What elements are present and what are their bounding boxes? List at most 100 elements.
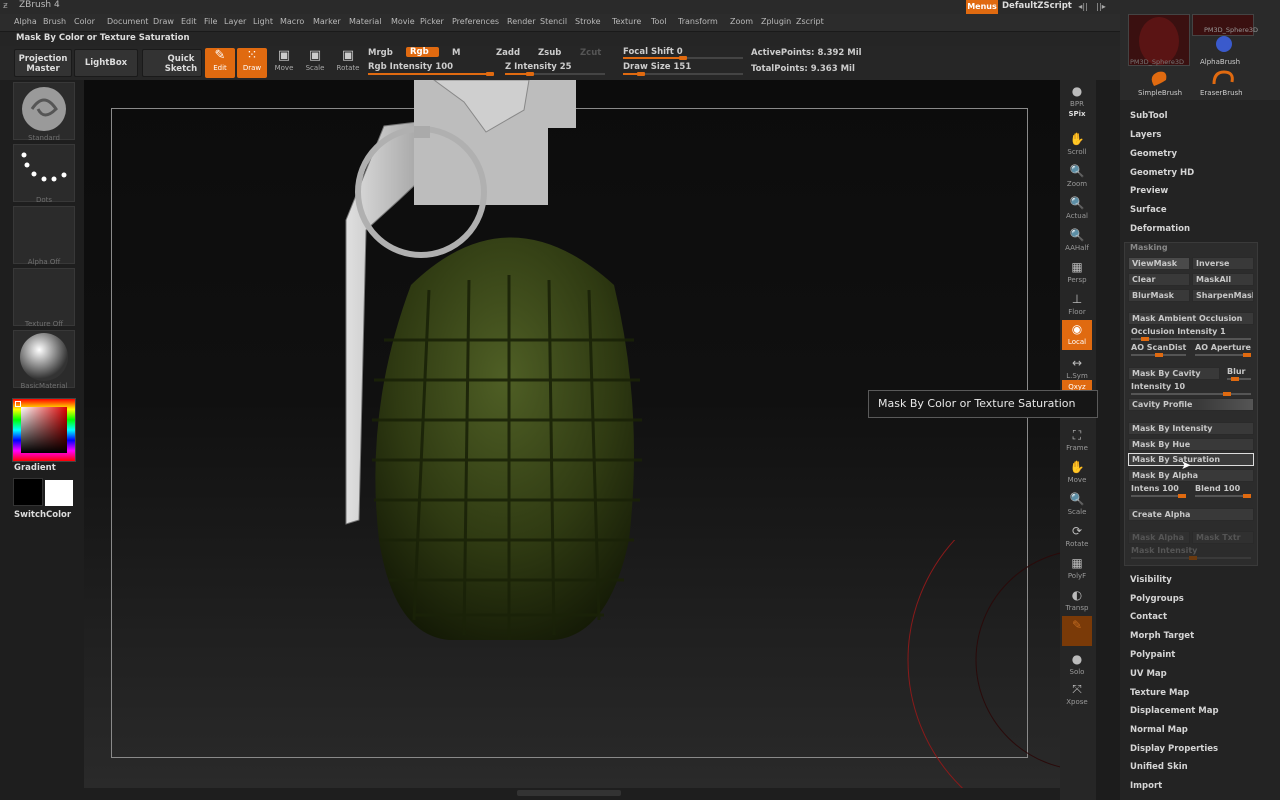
m-toggle[interactable]: M [452, 48, 460, 58]
section-preview[interactable]: Preview [1130, 186, 1168, 196]
aahalf-button[interactable]: 🔍 AAHalf [1062, 226, 1092, 256]
menu-tool[interactable]: Tool [651, 17, 667, 26]
frame-button[interactable]: ⛶ Frame [1062, 426, 1092, 456]
menu-marker[interactable]: Marker [313, 17, 341, 26]
viewmask-button[interactable]: ViewMask [1128, 257, 1190, 270]
eraserbrush-thumb[interactable] [1208, 68, 1238, 88]
rgb-toggle[interactable]: Rgb [406, 47, 439, 57]
default-zscript-button[interactable]: DefaultZScript [1002, 1, 1072, 11]
maskall-button[interactable]: MaskAll [1192, 273, 1254, 286]
menu-transform[interactable]: Transform [678, 17, 718, 26]
local-button[interactable]: ◉ Local [1062, 320, 1092, 350]
masking-title[interactable]: Masking [1130, 243, 1168, 252]
gradient-label[interactable]: Gradient [14, 463, 56, 473]
section-unified-skin[interactable]: Unified Skin [1130, 762, 1188, 772]
material-picker[interactable] [13, 330, 75, 388]
occlusion-intensity-label[interactable]: Occlusion Intensity 1 [1131, 327, 1226, 336]
section-surface[interactable]: Surface [1130, 205, 1167, 215]
section-visibility[interactable]: Visibility [1130, 575, 1172, 585]
solo-button[interactable]: ● Solo [1062, 650, 1092, 680]
create-alpha-button[interactable]: Create Alpha [1128, 508, 1254, 521]
section-layers[interactable]: Layers [1130, 130, 1161, 140]
mask-intensity-slider[interactable] [1131, 556, 1251, 560]
mask-ambient-occlusion-button[interactable]: Mask Ambient Occlusion [1128, 312, 1254, 325]
projection-master-button[interactable]: Projection Master [14, 49, 72, 77]
zcut-toggle[interactable]: Zcut [580, 48, 601, 58]
section-displacement-map[interactable]: Displacement Map [1130, 706, 1219, 716]
section-import[interactable]: Import [1130, 781, 1162, 791]
xpose-button[interactable]: ⤧ Xpose [1062, 680, 1092, 710]
stroke-picker[interactable] [13, 144, 75, 202]
menu-zplugin[interactable]: Zplugin [761, 17, 791, 26]
section-subtool[interactable]: SubTool [1130, 111, 1168, 121]
mask-intensity-label[interactable]: Mask Intensity [1131, 546, 1197, 555]
mask-by-cavity-button[interactable]: Mask By Cavity [1128, 367, 1220, 380]
brush-picker[interactable] [13, 82, 75, 140]
move-mode-button[interactable]: ▣ Move [269, 48, 299, 78]
menu-macro[interactable]: Macro [280, 17, 304, 26]
menu-layer[interactable]: Layer [224, 17, 246, 26]
z-intensity-slider[interactable] [505, 72, 605, 76]
quick-sketch-button[interactable]: Quick Sketch [142, 49, 202, 77]
blend-slider[interactable] [1195, 494, 1251, 498]
document-canvas[interactable] [84, 80, 1066, 790]
edit-mode-button[interactable]: ✎ Edit [205, 48, 235, 78]
primary-color-swatch[interactable] [13, 478, 43, 506]
scroll-button[interactable]: ✋ Scroll [1062, 130, 1092, 160]
intens-slider[interactable] [1131, 494, 1186, 498]
cavity-blur-label[interactable]: Blur [1227, 367, 1245, 376]
menu-file[interactable]: File [204, 17, 217, 26]
focal-shift-label[interactable]: Focal Shift 0 [623, 47, 683, 57]
bpr-button[interactable]: ● BPR [1062, 82, 1092, 112]
rotate-mode-button[interactable]: ▣ Rotate [333, 48, 363, 78]
draw-size-label[interactable]: Draw Size 151 [623, 62, 691, 72]
rgb-intensity-label[interactable]: Rgb Intensity 100 [368, 62, 453, 72]
actual-button[interactable]: 🔍 Actual [1062, 194, 1092, 224]
menu-brush[interactable]: Brush [43, 17, 66, 26]
menu-document[interactable]: Document [107, 17, 148, 26]
section-geometry-hd[interactable]: Geometry HD [1130, 168, 1194, 178]
cavity-profile-button[interactable]: Cavity Profile [1128, 398, 1254, 411]
ao-aperture-label[interactable]: AO Aperture [1195, 343, 1251, 352]
menu-stroke[interactable]: Stroke [575, 17, 601, 26]
menu-picker[interactable]: Picker [420, 17, 444, 26]
section-polypaint[interactable]: Polypaint [1130, 650, 1175, 660]
sharpenmask-button[interactable]: SharpenMask [1192, 289, 1254, 302]
secondary-color-swatch[interactable] [45, 480, 73, 506]
menu-alpha[interactable]: Alpha [14, 17, 37, 26]
mask-txtr-button[interactable]: Mask Txtr [1192, 531, 1254, 544]
ao-scandist-slider[interactable] [1131, 353, 1186, 357]
simplebrush-thumb[interactable] [1146, 68, 1176, 88]
section-geometry[interactable]: Geometry [1130, 149, 1177, 159]
bottom-tray-handle-icon[interactable] [517, 790, 621, 796]
floor-button[interactable]: ⊥ Floor [1062, 290, 1092, 320]
cavity-blur-slider[interactable] [1227, 377, 1251, 381]
intens-label[interactable]: Intens 100 [1131, 484, 1179, 493]
mask-by-intensity-button[interactable]: Mask By Intensity [1128, 422, 1254, 435]
polyf-button[interactable]: ▦ PolyF [1062, 554, 1092, 584]
menu-edit[interactable]: Edit [181, 17, 197, 26]
menu-texture[interactable]: Texture [612, 17, 641, 26]
blend-label[interactable]: Blend 100 [1195, 484, 1240, 493]
transp-button[interactable]: ◐ Transp [1062, 586, 1092, 616]
layout-next-icon[interactable]: ||▸ [1094, 1, 1108, 12]
zoom-button[interactable]: 🔍 Zoom [1062, 162, 1092, 192]
menu-draw[interactable]: Draw [153, 17, 174, 26]
rgb-intensity-slider[interactable] [368, 72, 494, 76]
z-intensity-label[interactable]: Z Intensity 25 [505, 62, 572, 72]
layout-prev-icon[interactable]: ◂|| [1076, 1, 1090, 12]
focal-shift-slider[interactable] [623, 56, 743, 60]
cavity-intensity-label[interactable]: Intensity 10 [1131, 382, 1185, 391]
ghost-button[interactable]: ✎ [1062, 616, 1092, 646]
menus-toggle-button[interactable]: Menus [966, 0, 998, 14]
zadd-toggle[interactable]: Zadd [496, 48, 520, 58]
inverse-button[interactable]: Inverse [1192, 257, 1254, 270]
zsub-toggle[interactable]: Zsub [538, 48, 561, 58]
spix-button[interactable]: SPix [1062, 110, 1092, 126]
persp-button[interactable]: ▦ Persp [1062, 258, 1092, 288]
section-deformation[interactable]: Deformation [1130, 224, 1190, 234]
mrgb-toggle[interactable]: Mrgb [368, 48, 393, 58]
mask-by-hue-button[interactable]: Mask By Hue [1128, 438, 1254, 451]
switch-color-button[interactable]: SwitchColor [14, 510, 71, 520]
menu-movie[interactable]: Movie [391, 17, 415, 26]
